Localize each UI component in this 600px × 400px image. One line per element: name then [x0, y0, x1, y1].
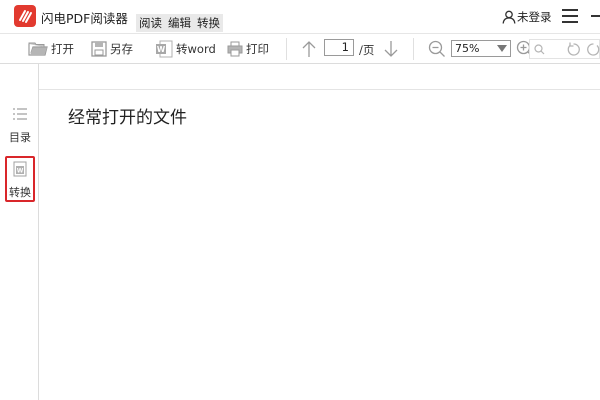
zoom-value: 75% [455, 42, 480, 55]
zoom-out-button[interactable] [428, 39, 446, 59]
toolbar-separator [413, 38, 414, 60]
user-icon [502, 10, 516, 24]
printer-icon [227, 41, 243, 57]
toolbar-separator [286, 38, 287, 60]
zoom-select[interactable]: 75% [451, 40, 511, 57]
print-button[interactable]: 打印 [227, 39, 269, 59]
sidebar-item-label: 目录 [9, 131, 31, 144]
next-page-button[interactable] [383, 39, 399, 59]
minimize-button[interactable] [591, 15, 600, 17]
arrow-down-icon [384, 41, 398, 57]
to-word-label: 转word [176, 42, 216, 56]
print-label: 打印 [246, 42, 269, 56]
svg-text:W: W [157, 45, 166, 54]
outline-list-icon [13, 108, 27, 120]
page-number-input[interactable]: 1 [324, 39, 354, 56]
sidebar-item-label: 转换 [9, 186, 31, 199]
page-total-label: /页 [359, 43, 375, 57]
open-label: 打开 [51, 42, 74, 56]
word-document-icon: W [156, 40, 173, 58]
login-label: 未登录 [517, 10, 552, 24]
title-bar: 闪电PDF阅读器 阅读 编辑 转换 未登录 [0, 0, 600, 33]
sidebar-item-convert[interactable]: W 转换 [5, 156, 35, 202]
main-content: 经常打开的文件 [40, 91, 600, 400]
toolbar: 打开 另存 W 转word 打印 1 /页 75% [0, 33, 600, 64]
search-input[interactable] [529, 39, 600, 59]
arrow-up-icon [302, 41, 316, 57]
app-logo-icon [14, 5, 36, 27]
panel-header-strip [0, 64, 600, 90]
to-word-button[interactable]: W 转word [155, 39, 216, 59]
menu-tabs: 阅读 编辑 转换 [136, 14, 223, 32]
open-button[interactable]: 打开 [28, 39, 74, 59]
app-title: 闪电PDF阅读器 [41, 11, 128, 26]
dropdown-arrow-icon [497, 45, 507, 52]
zoom-out-icon [428, 40, 445, 57]
tab-edit[interactable]: 编辑 [165, 14, 194, 32]
folder-open-icon [28, 42, 48, 56]
left-sidebar: 目录 W 转换 [0, 64, 39, 400]
prev-page-button[interactable] [301, 39, 317, 59]
tab-read[interactable]: 阅读 [136, 14, 165, 32]
login-button[interactable]: 未登录 [502, 9, 552, 25]
menu-hamburger-icon[interactable] [562, 9, 578, 23]
svg-text:W: W [17, 168, 24, 175]
rotate-left-icon[interactable] [566, 42, 581, 57]
saveas-label: 另存 [110, 42, 133, 56]
search-icon [534, 44, 545, 55]
save-disk-icon [91, 41, 107, 57]
recent-files-title: 经常打开的文件 [68, 108, 187, 128]
sidebar-item-outline[interactable]: 目录 [5, 106, 35, 145]
tab-convert[interactable]: 转换 [194, 14, 223, 32]
convert-word-icon: W [13, 161, 27, 177]
rotate-right-icon[interactable] [586, 42, 600, 57]
saveas-button[interactable]: 另存 [91, 39, 133, 59]
